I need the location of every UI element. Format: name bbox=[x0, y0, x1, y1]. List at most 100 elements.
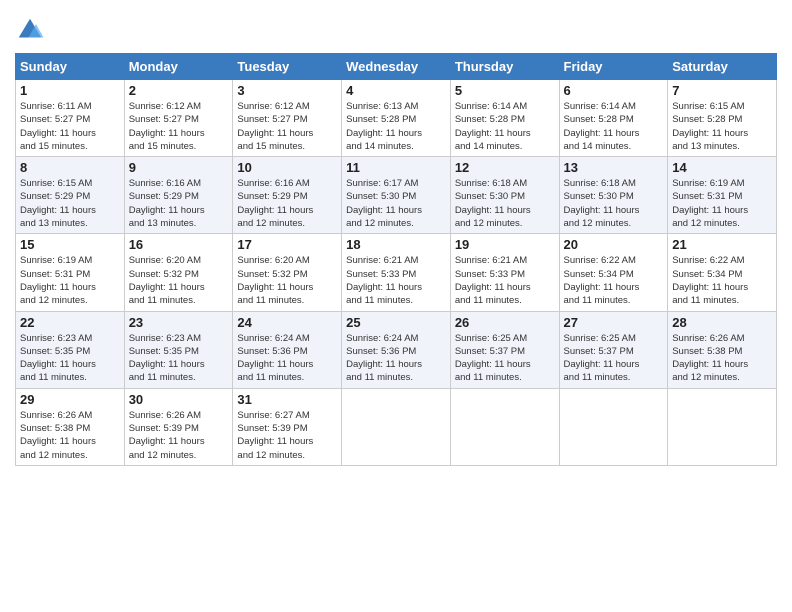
day-info: Sunrise: 6:17 AMSunset: 5:30 PMDaylight:… bbox=[346, 177, 446, 230]
day-number: 14 bbox=[672, 160, 772, 175]
day-info: Sunrise: 6:24 AMSunset: 5:36 PMDaylight:… bbox=[237, 332, 337, 385]
day-number: 15 bbox=[20, 237, 120, 252]
calendar-day-cell: 28 Sunrise: 6:26 AMSunset: 5:38 PMDaylig… bbox=[668, 311, 777, 388]
day-info: Sunrise: 6:15 AMSunset: 5:29 PMDaylight:… bbox=[20, 177, 120, 230]
calendar-day-cell: 29 Sunrise: 6:26 AMSunset: 5:38 PMDaylig… bbox=[16, 388, 125, 465]
calendar-day-cell: 30 Sunrise: 6:26 AMSunset: 5:39 PMDaylig… bbox=[124, 388, 233, 465]
calendar-day-cell: 4 Sunrise: 6:13 AMSunset: 5:28 PMDayligh… bbox=[342, 80, 451, 157]
calendar-day-cell: 24 Sunrise: 6:24 AMSunset: 5:36 PMDaylig… bbox=[233, 311, 342, 388]
day-info: Sunrise: 6:23 AMSunset: 5:35 PMDaylight:… bbox=[20, 332, 120, 385]
calendar-day-cell: 17 Sunrise: 6:20 AMSunset: 5:32 PMDaylig… bbox=[233, 234, 342, 311]
calendar-day-cell: 1 Sunrise: 6:11 AMSunset: 5:27 PMDayligh… bbox=[16, 80, 125, 157]
day-info: Sunrise: 6:26 AMSunset: 5:38 PMDaylight:… bbox=[20, 409, 120, 462]
calendar-day-cell: 9 Sunrise: 6:16 AMSunset: 5:29 PMDayligh… bbox=[124, 157, 233, 234]
day-number: 5 bbox=[455, 83, 555, 98]
calendar-day-cell: 26 Sunrise: 6:25 AMSunset: 5:37 PMDaylig… bbox=[450, 311, 559, 388]
day-info: Sunrise: 6:24 AMSunset: 5:36 PMDaylight:… bbox=[346, 332, 446, 385]
day-number: 4 bbox=[346, 83, 446, 98]
calendar-day-cell: 12 Sunrise: 6:18 AMSunset: 5:30 PMDaylig… bbox=[450, 157, 559, 234]
calendar-day-cell bbox=[668, 388, 777, 465]
day-info: Sunrise: 6:22 AMSunset: 5:34 PMDaylight:… bbox=[672, 254, 772, 307]
header-thursday: Thursday bbox=[450, 54, 559, 80]
calendar-day-cell: 23 Sunrise: 6:23 AMSunset: 5:35 PMDaylig… bbox=[124, 311, 233, 388]
calendar-week-row: 1 Sunrise: 6:11 AMSunset: 5:27 PMDayligh… bbox=[16, 80, 777, 157]
calendar-day-cell: 19 Sunrise: 6:21 AMSunset: 5:33 PMDaylig… bbox=[450, 234, 559, 311]
day-number: 22 bbox=[20, 315, 120, 330]
calendar-day-cell: 8 Sunrise: 6:15 AMSunset: 5:29 PMDayligh… bbox=[16, 157, 125, 234]
day-info: Sunrise: 6:15 AMSunset: 5:28 PMDaylight:… bbox=[672, 100, 772, 153]
day-number: 3 bbox=[237, 83, 337, 98]
day-info: Sunrise: 6:14 AMSunset: 5:28 PMDaylight:… bbox=[564, 100, 664, 153]
day-number: 31 bbox=[237, 392, 337, 407]
day-info: Sunrise: 6:20 AMSunset: 5:32 PMDaylight:… bbox=[129, 254, 229, 307]
calendar-day-cell: 16 Sunrise: 6:20 AMSunset: 5:32 PMDaylig… bbox=[124, 234, 233, 311]
day-info: Sunrise: 6:16 AMSunset: 5:29 PMDaylight:… bbox=[237, 177, 337, 230]
day-number: 7 bbox=[672, 83, 772, 98]
day-number: 16 bbox=[129, 237, 229, 252]
calendar-day-cell: 10 Sunrise: 6:16 AMSunset: 5:29 PMDaylig… bbox=[233, 157, 342, 234]
calendar-day-cell: 13 Sunrise: 6:18 AMSunset: 5:30 PMDaylig… bbox=[559, 157, 668, 234]
day-info: Sunrise: 6:21 AMSunset: 5:33 PMDaylight:… bbox=[455, 254, 555, 307]
calendar-day-cell: 25 Sunrise: 6:24 AMSunset: 5:36 PMDaylig… bbox=[342, 311, 451, 388]
day-info: Sunrise: 6:25 AMSunset: 5:37 PMDaylight:… bbox=[564, 332, 664, 385]
day-number: 2 bbox=[129, 83, 229, 98]
day-number: 24 bbox=[237, 315, 337, 330]
day-info: Sunrise: 6:26 AMSunset: 5:39 PMDaylight:… bbox=[129, 409, 229, 462]
calendar-day-cell: 21 Sunrise: 6:22 AMSunset: 5:34 PMDaylig… bbox=[668, 234, 777, 311]
calendar-day-cell: 31 Sunrise: 6:27 AMSunset: 5:39 PMDaylig… bbox=[233, 388, 342, 465]
calendar-week-row: 8 Sunrise: 6:15 AMSunset: 5:29 PMDayligh… bbox=[16, 157, 777, 234]
calendar-day-cell: 22 Sunrise: 6:23 AMSunset: 5:35 PMDaylig… bbox=[16, 311, 125, 388]
calendar-week-row: 15 Sunrise: 6:19 AMSunset: 5:31 PMDaylig… bbox=[16, 234, 777, 311]
header-saturday: Saturday bbox=[668, 54, 777, 80]
calendar-day-cell: 20 Sunrise: 6:22 AMSunset: 5:34 PMDaylig… bbox=[559, 234, 668, 311]
day-number: 19 bbox=[455, 237, 555, 252]
day-number: 21 bbox=[672, 237, 772, 252]
day-number: 12 bbox=[455, 160, 555, 175]
calendar-header-row: Sunday Monday Tuesday Wednesday Thursday… bbox=[16, 54, 777, 80]
logo bbox=[15, 15, 47, 45]
day-info: Sunrise: 6:19 AMSunset: 5:31 PMDaylight:… bbox=[20, 254, 120, 307]
day-number: 23 bbox=[129, 315, 229, 330]
calendar-week-row: 22 Sunrise: 6:23 AMSunset: 5:35 PMDaylig… bbox=[16, 311, 777, 388]
day-info: Sunrise: 6:16 AMSunset: 5:29 PMDaylight:… bbox=[129, 177, 229, 230]
day-info: Sunrise: 6:20 AMSunset: 5:32 PMDaylight:… bbox=[237, 254, 337, 307]
day-number: 29 bbox=[20, 392, 120, 407]
day-number: 13 bbox=[564, 160, 664, 175]
day-info: Sunrise: 6:11 AMSunset: 5:27 PMDaylight:… bbox=[20, 100, 120, 153]
calendar-day-cell: 14 Sunrise: 6:19 AMSunset: 5:31 PMDaylig… bbox=[668, 157, 777, 234]
day-info: Sunrise: 6:19 AMSunset: 5:31 PMDaylight:… bbox=[672, 177, 772, 230]
calendar-day-cell: 27 Sunrise: 6:25 AMSunset: 5:37 PMDaylig… bbox=[559, 311, 668, 388]
day-info: Sunrise: 6:23 AMSunset: 5:35 PMDaylight:… bbox=[129, 332, 229, 385]
day-number: 28 bbox=[672, 315, 772, 330]
day-number: 8 bbox=[20, 160, 120, 175]
day-number: 6 bbox=[564, 83, 664, 98]
day-number: 1 bbox=[20, 83, 120, 98]
calendar-day-cell bbox=[559, 388, 668, 465]
day-info: Sunrise: 6:18 AMSunset: 5:30 PMDaylight:… bbox=[455, 177, 555, 230]
day-number: 10 bbox=[237, 160, 337, 175]
day-number: 27 bbox=[564, 315, 664, 330]
calendar-day-cell: 5 Sunrise: 6:14 AMSunset: 5:28 PMDayligh… bbox=[450, 80, 559, 157]
calendar-day-cell bbox=[450, 388, 559, 465]
day-info: Sunrise: 6:13 AMSunset: 5:28 PMDaylight:… bbox=[346, 100, 446, 153]
day-number: 11 bbox=[346, 160, 446, 175]
day-info: Sunrise: 6:26 AMSunset: 5:38 PMDaylight:… bbox=[672, 332, 772, 385]
calendar-day-cell: 15 Sunrise: 6:19 AMSunset: 5:31 PMDaylig… bbox=[16, 234, 125, 311]
calendar-table: Sunday Monday Tuesday Wednesday Thursday… bbox=[15, 53, 777, 466]
header bbox=[15, 10, 777, 45]
day-number: 20 bbox=[564, 237, 664, 252]
calendar-day-cell: 7 Sunrise: 6:15 AMSunset: 5:28 PMDayligh… bbox=[668, 80, 777, 157]
day-info: Sunrise: 6:14 AMSunset: 5:28 PMDaylight:… bbox=[455, 100, 555, 153]
header-tuesday: Tuesday bbox=[233, 54, 342, 80]
calendar-day-cell: 18 Sunrise: 6:21 AMSunset: 5:33 PMDaylig… bbox=[342, 234, 451, 311]
calendar-week-row: 29 Sunrise: 6:26 AMSunset: 5:38 PMDaylig… bbox=[16, 388, 777, 465]
day-info: Sunrise: 6:18 AMSunset: 5:30 PMDaylight:… bbox=[564, 177, 664, 230]
day-info: Sunrise: 6:25 AMSunset: 5:37 PMDaylight:… bbox=[455, 332, 555, 385]
calendar-day-cell: 3 Sunrise: 6:12 AMSunset: 5:27 PMDayligh… bbox=[233, 80, 342, 157]
day-number: 25 bbox=[346, 315, 446, 330]
calendar-day-cell bbox=[342, 388, 451, 465]
day-number: 30 bbox=[129, 392, 229, 407]
calendar-day-cell: 6 Sunrise: 6:14 AMSunset: 5:28 PMDayligh… bbox=[559, 80, 668, 157]
header-sunday: Sunday bbox=[16, 54, 125, 80]
header-wednesday: Wednesday bbox=[342, 54, 451, 80]
